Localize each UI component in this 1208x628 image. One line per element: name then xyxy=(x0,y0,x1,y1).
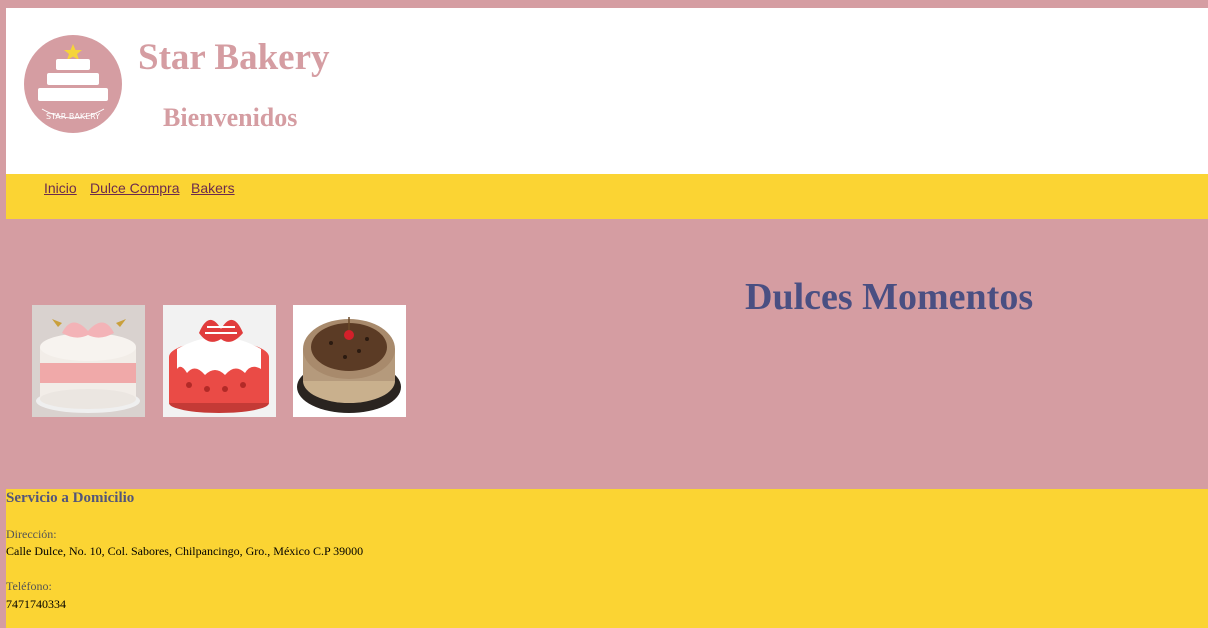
address-label: Dirección: xyxy=(6,527,57,541)
site-footer: Servicio a Domicilio Dirección: Calle Du… xyxy=(6,489,1208,628)
site-title: Star Bakery xyxy=(138,37,330,78)
phone-label: Teléfono: xyxy=(6,579,52,593)
page-frame: STAR BAKERY Star Bakery Bienvenidos Inic… xyxy=(6,8,1208,628)
main-headline: Dulces Momentos xyxy=(745,276,1034,318)
nav-link-bakers[interactable]: Bakers xyxy=(191,180,235,196)
site-header: STAR BAKERY Star Bakery Bienvenidos xyxy=(6,8,1208,174)
nav-link-dulce-compra[interactable]: Dulce Compra xyxy=(90,180,179,196)
main-content: Dulces Momentos xyxy=(6,219,1208,489)
main-nav: Inicio Dulce Compra Bakers xyxy=(6,174,1208,219)
bakery-logo: STAR BAKERY xyxy=(24,35,122,133)
footer-title: Servicio a Domicilio xyxy=(6,490,135,506)
nav-link-inicio[interactable]: Inicio xyxy=(44,180,77,196)
pink-rose-cake-image xyxy=(32,305,145,417)
phone-value: 7471740334 xyxy=(6,597,66,611)
red-bow-cake-image xyxy=(163,305,276,417)
logo-text: STAR BAKERY xyxy=(46,112,100,121)
welcome-heading: Bienvenidos xyxy=(163,103,298,132)
chocolate-cake-image xyxy=(293,305,406,417)
address-value: Calle Dulce, No. 10, Col. Sabores, Chilp… xyxy=(6,544,364,558)
